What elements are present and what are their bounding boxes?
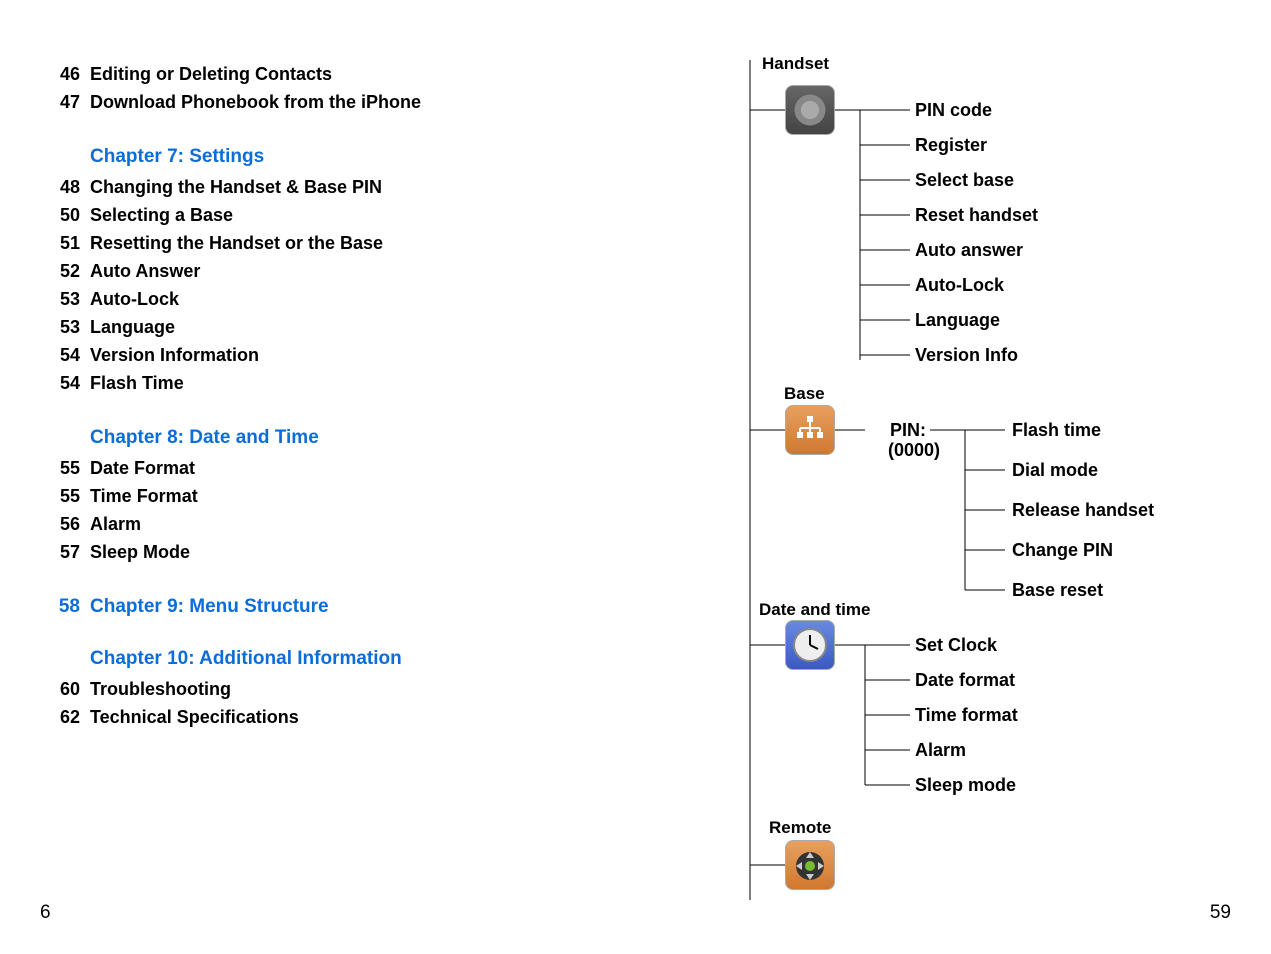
toc-page: 56 [40,510,80,538]
gear-icon [785,85,835,135]
toc-page: 58 [40,596,80,618]
toc-item: 55 Time Format [40,482,600,510]
toc-item: 50 Selecting a Base [40,201,600,229]
toc-page: 52 [40,257,80,285]
toc-item: 46 Editing or Deleting Contacts [40,60,600,88]
datetime-section-label: Date and time [755,600,874,620]
toc-title: Selecting a Base [90,201,600,229]
toc-page: 54 [40,369,80,397]
toc-page: 51 [40,229,80,257]
left-page-number: 6 [40,902,51,924]
toc-page: 48 [40,173,80,201]
dpad-icon [785,840,835,890]
menu-item: Language [915,310,1000,330]
toc-item: 51 Resetting the Handset or the Base [40,229,600,257]
toc-item: 56 Alarm [40,510,600,538]
toc-page: 46 [40,60,80,88]
menu-item: Register [915,135,987,155]
toc-title: Sleep Mode [90,538,600,566]
menu-item: Auto-Lock [915,275,1005,295]
toc-page: 47 [40,88,80,116]
menu-item: Reset handset [915,205,1038,225]
menu-item: Change PIN [1012,540,1113,560]
menu-item: Base reset [1012,580,1103,600]
menu-tree-svg: PIN code Register Select base Reset hand… [720,60,1220,900]
toc-item: 52 Auto Answer [40,257,600,285]
toc-page: 50 [40,201,80,229]
menu-structure-panel: PIN code Register Select base Reset hand… [720,60,1220,900]
toc-page: 57 [40,538,80,566]
toc-page: 62 [40,703,80,731]
base-pin-value: (0000) [888,440,940,460]
toc-item: 53 Auto-Lock [40,285,600,313]
toc-title: Changing the Handset & Base PIN [90,173,600,201]
menu-item: Release handset [1012,500,1154,520]
toc-page: 54 [40,341,80,369]
menu-item: Version Info [915,345,1018,365]
menu-item: Sleep mode [915,775,1016,795]
toc-item: 53 Language [40,313,600,341]
toc-title: Flash Time [90,369,600,397]
menu-item: Dial mode [1012,460,1098,480]
toc-page: 53 [40,313,80,341]
toc-title: Download Phonebook from the iPhone [90,88,600,116]
toc-page: 55 [40,482,80,510]
base-pin-label: PIN: [890,420,926,440]
chapter-7-heading: Chapter 7: Settings [90,146,600,168]
remote-section-label: Remote [765,818,835,838]
toc-title: Technical Specifications [90,703,600,731]
toc-item: 48 Changing the Handset & Base PIN [40,173,600,201]
toc-title: Editing or Deleting Contacts [90,60,600,88]
chapter-10-heading: Chapter 10: Additional Information [90,648,600,670]
menu-item: Time format [915,705,1018,725]
toc-item: 54 Version Information [40,341,600,369]
base-section-label: Base [780,384,829,404]
toc-title: Version Information [90,341,600,369]
toc-title: Time Format [90,482,600,510]
toc-page: 60 [40,675,80,703]
menu-item: Select base [915,170,1014,190]
toc-item: 47 Download Phonebook from the iPhone [40,88,600,116]
toc-title: Resetting the Handset or the Base [90,229,600,257]
menu-item: Auto answer [915,240,1023,260]
chapter-8-heading: Chapter 8: Date and Time [90,427,600,449]
menu-item: PIN code [915,100,992,120]
toc-title: Auto-Lock [90,285,600,313]
toc-page: 53 [40,285,80,313]
left-page: 46 Editing or Deleting Contacts 47 Downl… [40,60,600,731]
clock-icon [785,620,835,670]
chapter-9-heading: 58 Chapter 9: Menu Structure [40,596,600,618]
chapter-title: Chapter 9: Menu Structure [90,596,600,618]
toc-item: 54 Flash Time [40,369,600,397]
toc-title: Auto Answer [90,257,600,285]
right-page-number: 59 [1210,902,1231,924]
menu-item: Flash time [1012,420,1101,440]
toc-title: Alarm [90,510,600,538]
toc-title: Troubleshooting [90,675,600,703]
toc-title: Language [90,313,600,341]
toc-title: Date Format [90,454,600,482]
menu-item: Set Clock [915,635,998,655]
menu-item: Alarm [915,740,966,760]
toc-item: 62 Technical Specifications [40,703,600,731]
network-icon [785,405,835,455]
toc-item: 57 Sleep Mode [40,538,600,566]
toc-page: 55 [40,454,80,482]
toc-item: 60 Troubleshooting [40,675,600,703]
handset-section-label: Handset [758,54,833,74]
menu-item: Date format [915,670,1015,690]
toc-item: 55 Date Format [40,454,600,482]
